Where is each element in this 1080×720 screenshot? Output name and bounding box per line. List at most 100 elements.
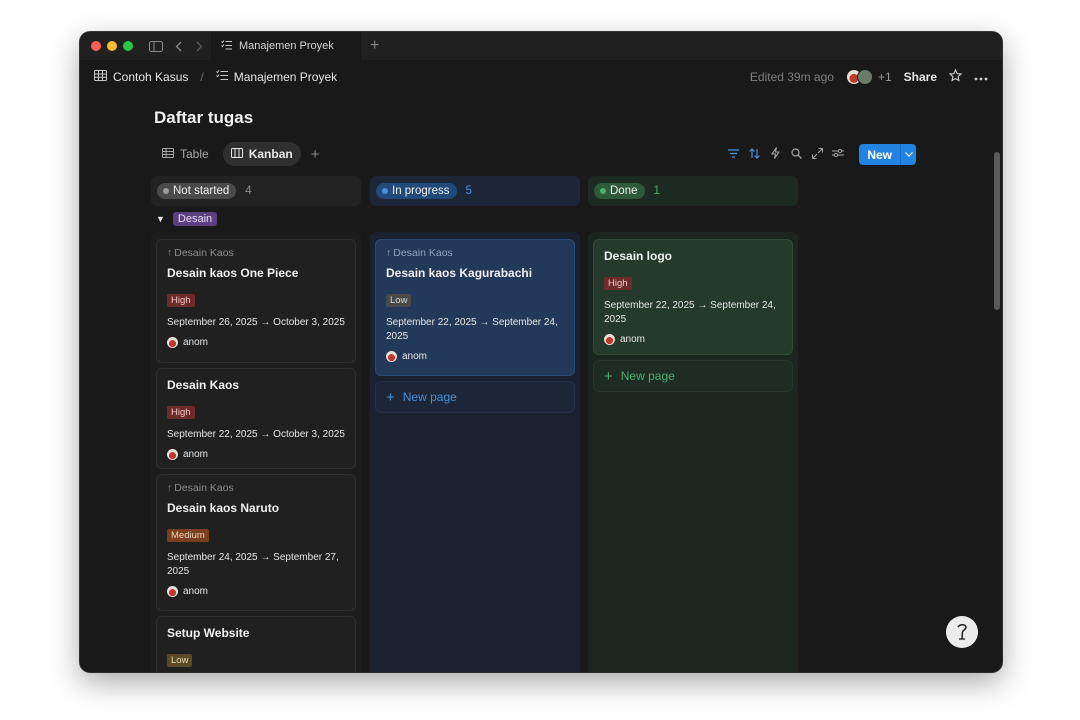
assignee-name: anom	[620, 334, 646, 345]
breadcrumb-workspace[interactable]: Contoh Kasus	[113, 70, 188, 84]
parent-label: Desain Kaos	[174, 247, 234, 259]
star-icon[interactable]	[948, 68, 963, 85]
add-view-button[interactable]: +	[307, 146, 324, 163]
priority-badge: High	[167, 406, 195, 419]
date-range: September 24, 2025 → September 27, 2025	[167, 552, 339, 577]
card-title: Desain logo	[604, 249, 673, 263]
avatar	[856, 69, 873, 85]
card-title: Setup Website	[167, 626, 250, 640]
title-bar: Manajemen Proyek +	[80, 32, 1002, 60]
avatar	[386, 351, 397, 362]
plus-icon: +	[386, 388, 395, 406]
sliders-icon[interactable]	[832, 148, 845, 161]
parent-label: Desain Kaos	[174, 482, 234, 494]
card-title: Desain kaos Naruto	[167, 501, 280, 515]
status-label: In progress	[392, 185, 450, 197]
column-count: 5	[465, 185, 472, 197]
breadcrumb-separator: /	[200, 70, 204, 84]
tab-table[interactable]: Table	[154, 142, 217, 166]
page-title: Daftar tugas	[154, 108, 254, 127]
expand-icon[interactable]	[811, 147, 823, 162]
tab-label: Table	[180, 147, 209, 161]
task-card[interactable]: Desain logo High September 22, 2025 → Se…	[593, 239, 793, 355]
checklist-icon	[215, 70, 228, 84]
parent-item[interactable]: ↑ Desain Kaos	[167, 247, 345, 259]
task-card[interactable]: ↑ Desain Kaos Desain kaos Naruto Medium S…	[156, 474, 356, 611]
task-card[interactable]: ↑ Desain Kaos Desain kaos Kagurabachi Low…	[375, 239, 575, 376]
parent-item[interactable]: ↑ Desain Kaos	[167, 482, 345, 494]
chevron-right-icon[interactable]	[196, 41, 203, 52]
chevron-left-icon[interactable]	[175, 41, 182, 52]
avatar	[604, 334, 615, 345]
edited-status: Edited 39m ago	[749, 70, 834, 84]
priority-badge: Medium	[167, 529, 209, 542]
filter-icon[interactable]	[727, 148, 739, 161]
tab-label: Kanban	[248, 147, 293, 161]
breadcrumb-page[interactable]: Manajemen Proyek	[234, 70, 337, 84]
assignee: anom	[167, 449, 345, 460]
arrow-up-icon: ↑	[386, 247, 392, 259]
top-bar: Contoh Kasus / Manajemen Proyek Edited 3…	[80, 60, 1002, 94]
vertical-scrollbar[interactable]	[994, 152, 1000, 310]
column-header-not-started[interactable]: Not started 4	[151, 176, 361, 206]
arrow-up-icon: ↑	[167, 482, 173, 494]
assignee-name: anom	[183, 449, 209, 460]
share-button[interactable]: Share	[904, 70, 937, 84]
status-label: Done	[610, 185, 638, 197]
group-tag: Desain	[172, 212, 218, 226]
avatar	[167, 337, 178, 348]
task-card[interactable]: Desain Kaos High September 22, 2025 → Oc…	[156, 368, 356, 469]
close-window-button[interactable]	[91, 41, 101, 51]
new-button-label[interactable]: New	[859, 144, 900, 165]
new-page-button[interactable]: + New page	[593, 360, 793, 392]
assignee-name: anom	[402, 351, 428, 362]
tab-kanban[interactable]: Kanban	[222, 142, 301, 166]
status-dot	[163, 188, 169, 194]
checklist-icon	[221, 39, 232, 53]
plus-icon: +	[604, 367, 613, 385]
parent-label: Desain Kaos	[393, 247, 453, 259]
date-range: September 22, 2025 → September 24, 2025	[604, 300, 776, 325]
column-header-in-progress[interactable]: In progress 5	[370, 176, 580, 206]
traffic-lights	[91, 41, 133, 51]
caret-down-icon[interactable]: ▼	[156, 214, 165, 224]
sidebar-toggle-icon[interactable]	[149, 40, 163, 52]
new-page-button[interactable]: + New page	[375, 381, 575, 413]
avatar	[167, 449, 178, 460]
task-card[interactable]: Setup Website Low	[156, 616, 356, 672]
help-icon[interactable]	[946, 616, 978, 648]
group-header[interactable]: ▼ Desain	[156, 212, 218, 226]
card-title: Desain kaos Kagurabachi	[386, 266, 533, 280]
more-icon[interactable]	[974, 70, 988, 84]
assignee: anom	[167, 337, 345, 348]
date-range: September 22, 2025 → September 24, 2025	[386, 317, 558, 342]
status-badge: Done	[594, 183, 645, 199]
more-users-count: +1	[877, 70, 892, 84]
minimize-window-button[interactable]	[107, 41, 117, 51]
database-toolbar: New	[727, 144, 916, 165]
tab-manajemen-proyek[interactable]: Manajemen Proyek	[211, 32, 361, 60]
parent-item[interactable]: ↑ Desain Kaos	[386, 247, 564, 259]
new-button[interactable]: New	[859, 144, 916, 165]
avatar	[167, 586, 178, 597]
task-card[interactable]: ↑ Desain Kaos Desain kaos One Piece High …	[156, 239, 356, 363]
status-badge: In progress	[376, 183, 457, 199]
breadcrumb: Contoh Kasus / Manajemen Proyek	[94, 70, 337, 84]
search-icon[interactable]	[790, 147, 802, 162]
column-count: 1	[653, 185, 660, 197]
workspace-icon	[94, 70, 107, 84]
collaborators[interactable]: +1	[845, 69, 892, 85]
assignee-name: anom	[183, 586, 209, 597]
maximize-window-button[interactable]	[123, 41, 133, 51]
date-range: September 22, 2025 → October 3, 2025	[167, 429, 345, 440]
column-header-done[interactable]: Done 1	[588, 176, 798, 206]
new-tab-button[interactable]: +	[370, 38, 379, 54]
priority-badge: Low	[386, 294, 412, 307]
sort-icon[interactable]	[748, 147, 760, 162]
lightning-icon[interactable]	[769, 147, 781, 162]
tab-label: Manajemen Proyek	[239, 40, 334, 52]
card-title: Desain kaos One Piece	[167, 266, 299, 280]
card-title: Desain Kaos	[167, 378, 240, 392]
chevron-down-icon[interactable]	[900, 144, 916, 165]
status-label: Not started	[173, 185, 230, 197]
